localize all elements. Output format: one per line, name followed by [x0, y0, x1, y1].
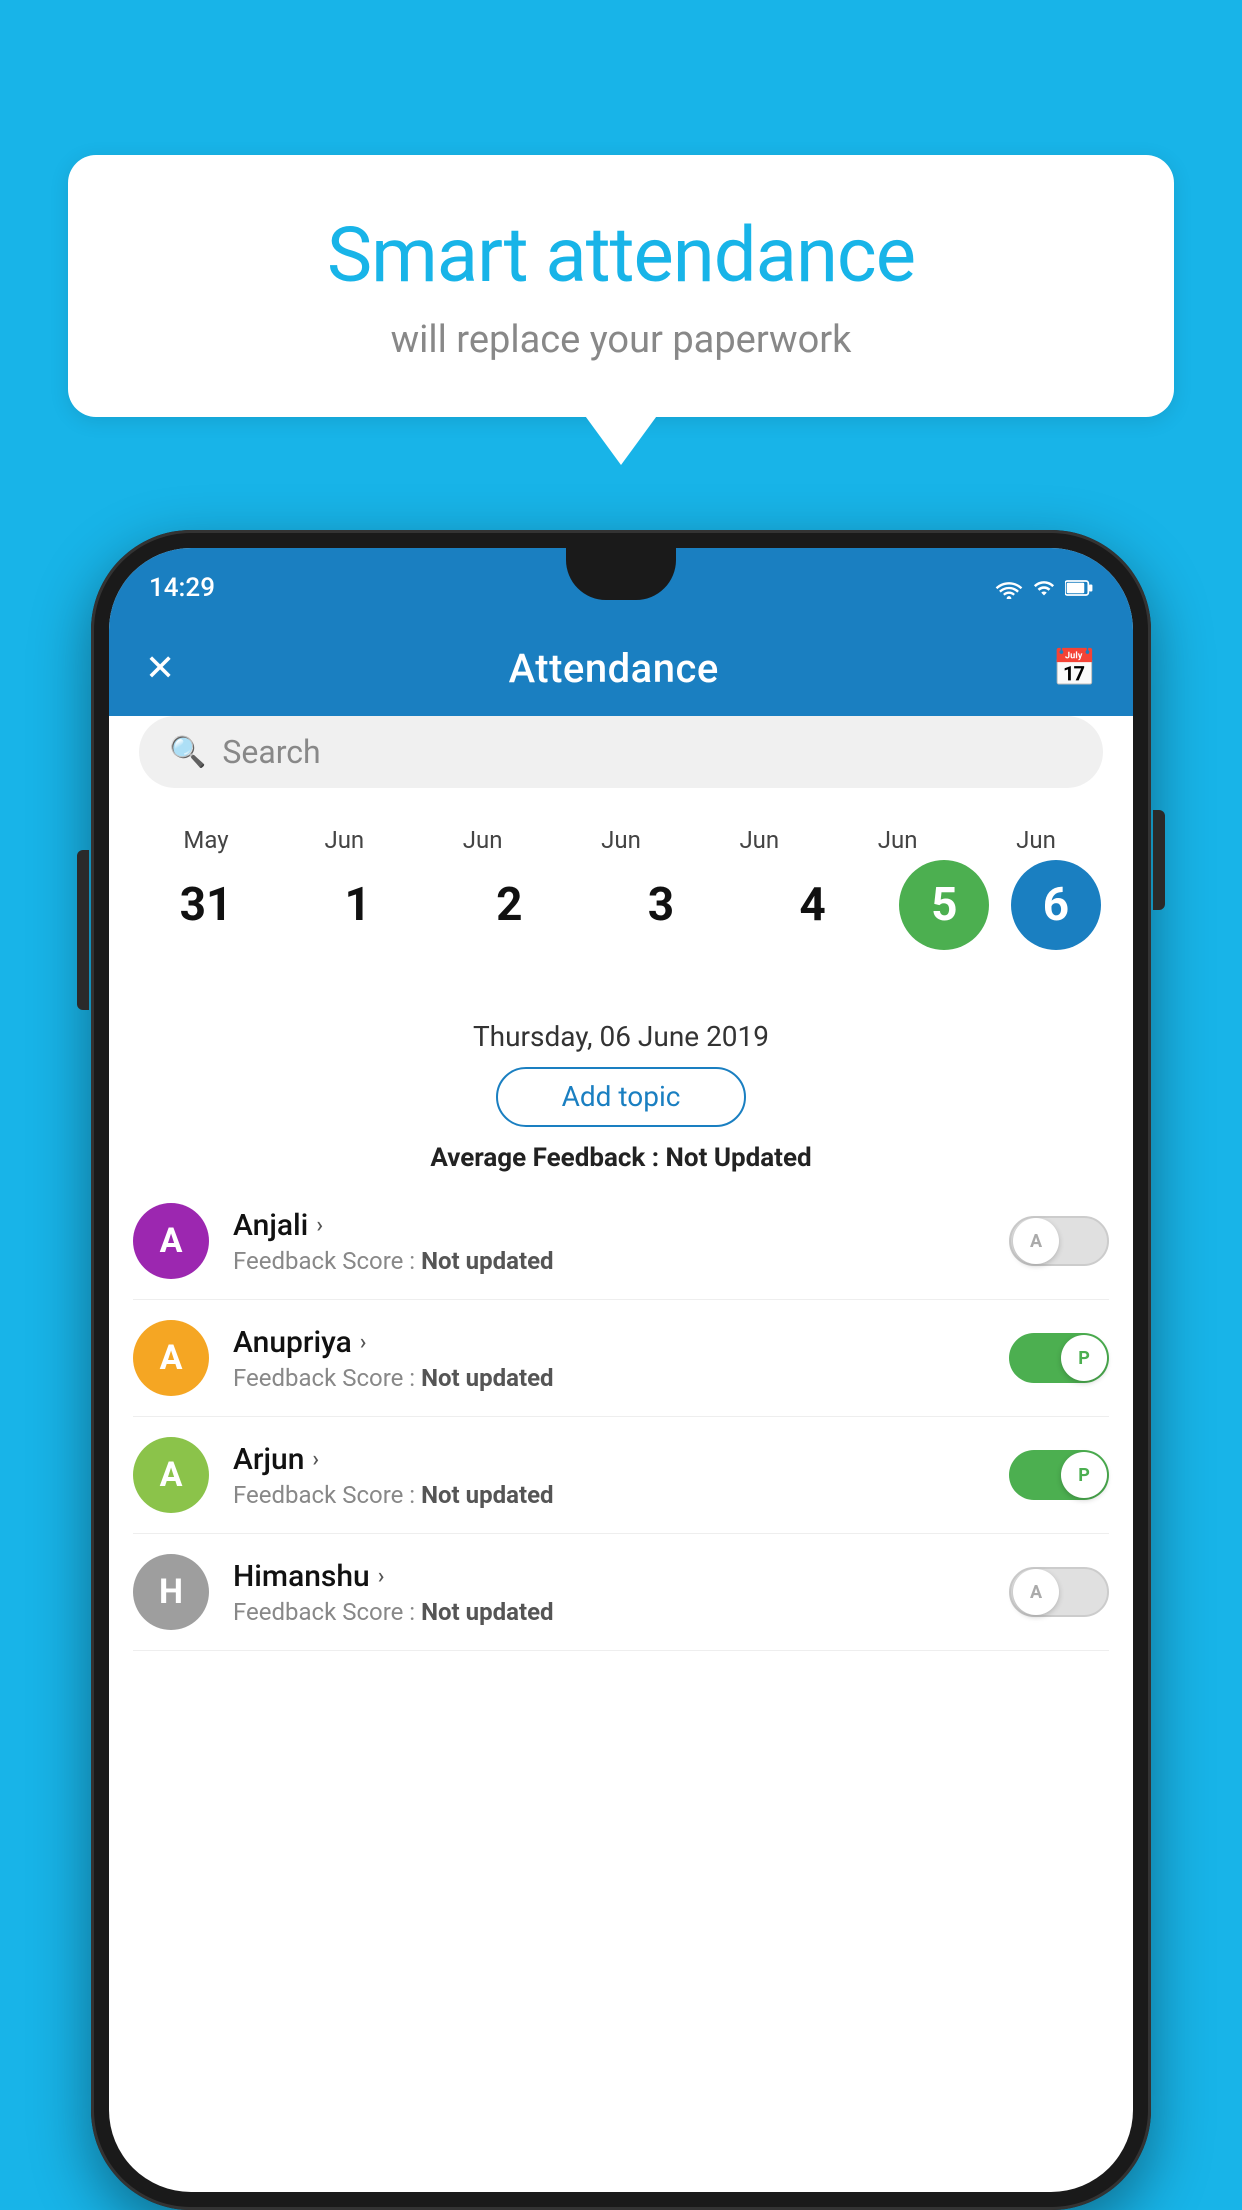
toggle-himanshu[interactable]: A	[1009, 1567, 1109, 1617]
student-row-anjali: A Anjali › Feedback Score : Not updated	[133, 1183, 1109, 1300]
avg-feedback: Average Feedback : Not Updated	[109, 1127, 1133, 1183]
notch	[566, 548, 676, 600]
student-feedback-himanshu: Feedback Score : Not updated	[233, 1598, 1009, 1626]
student-row-anupriya: A Anupriya › Feedback Score : Not update…	[133, 1300, 1109, 1417]
date-1[interactable]: 1	[293, 860, 423, 950]
header-title: Attendance	[509, 645, 719, 692]
months-row: May Jun Jun Jun Jun Jun Jun	[133, 826, 1109, 854]
month-6: Jun	[971, 826, 1101, 854]
close-button[interactable]: ✕	[145, 647, 175, 689]
bubble-subtitle: will replace your paperwork	[128, 318, 1114, 362]
date-3[interactable]: 3	[596, 860, 726, 950]
student-info-anjali[interactable]: Anjali › Feedback Score : Not updated	[209, 1208, 1009, 1275]
student-name-arjun: Arjun ›	[233, 1442, 1009, 1477]
student-list: A Anjali › Feedback Score : Not updated	[109, 1183, 1133, 1651]
student-name-anupriya: Anupriya ›	[233, 1325, 1009, 1360]
calendar-strip: May Jun Jun Jun Jun Jun Jun 31 1 2 3 4 5…	[109, 806, 1133, 960]
student-feedback-anupriya: Feedback Score : Not updated	[233, 1364, 1009, 1392]
content-area: Thursday, 06 June 2019 Add topic Average…	[109, 1004, 1133, 2192]
date-31[interactable]: 31	[141, 860, 271, 950]
bubble-title: Smart attendance	[128, 210, 1114, 300]
avatar-arjun: A	[133, 1437, 209, 1513]
student-info-anupriya[interactable]: Anupriya › Feedback Score : Not updated	[209, 1325, 1009, 1392]
month-0: May	[141, 826, 271, 854]
month-5: Jun	[833, 826, 963, 854]
date-2[interactable]: 2	[444, 860, 574, 950]
wifi-icon	[995, 577, 1023, 599]
student-name-himanshu: Himanshu ›	[233, 1559, 1009, 1594]
chevron-icon-anjali: ›	[316, 1213, 323, 1238]
date-6-selected[interactable]: 6	[1011, 860, 1101, 950]
month-2: Jun	[418, 826, 548, 854]
dates-row: 31 1 2 3 4 5 6	[133, 860, 1109, 950]
search-placeholder: Search	[222, 733, 320, 771]
student-info-himanshu[interactable]: Himanshu › Feedback Score : Not updated	[209, 1559, 1009, 1626]
avg-feedback-label: Average Feedback :	[430, 1143, 659, 1173]
avatar-anupriya: A	[133, 1320, 209, 1396]
toggle-arjun[interactable]: P	[1009, 1450, 1109, 1500]
add-topic-button[interactable]: Add topic	[496, 1067, 746, 1127]
toggle-knob-anjali: A	[1013, 1218, 1059, 1264]
status-time: 14:29	[149, 573, 215, 603]
toggle-anjali[interactable]: A	[1009, 1216, 1109, 1266]
month-3: Jun	[556, 826, 686, 854]
avg-feedback-value: Not Updated	[666, 1143, 812, 1173]
student-info-arjun[interactable]: Arjun › Feedback Score : Not updated	[209, 1442, 1009, 1509]
speech-bubble-container: Smart attendance will replace your paper…	[68, 155, 1174, 417]
student-feedback-arjun: Feedback Score : Not updated	[233, 1481, 1009, 1509]
selected-date-text: Thursday, 06 June 2019	[109, 1004, 1133, 1067]
battery-icon	[1065, 577, 1093, 599]
avatar-anjali: A	[133, 1203, 209, 1279]
student-row-himanshu: H Himanshu › Feedback Score : Not update…	[133, 1534, 1109, 1651]
search-icon: 🔍	[169, 735, 206, 770]
toggle-knob-anupriya: P	[1061, 1335, 1107, 1381]
calendar-icon-button[interactable]: 📅	[1052, 647, 1097, 689]
student-row-arjun: A Arjun › Feedback Score : Not updated	[133, 1417, 1109, 1534]
toggle-knob-himanshu: A	[1013, 1569, 1059, 1615]
avatar-himanshu: H	[133, 1554, 209, 1630]
date-4[interactable]: 4	[748, 860, 878, 950]
chevron-icon-arjun: ›	[312, 1447, 319, 1472]
phone-screen: 14:29 ✕ Atten	[109, 548, 1133, 2192]
date-5-today[interactable]: 5	[899, 860, 989, 950]
toggle-knob-arjun: P	[1061, 1452, 1107, 1498]
month-1: Jun	[279, 826, 409, 854]
status-icons	[995, 577, 1093, 599]
chevron-icon-anupriya: ›	[360, 1330, 367, 1355]
chevron-icon-himanshu: ›	[378, 1564, 385, 1589]
student-name-anjali: Anjali ›	[233, 1208, 1009, 1243]
speech-bubble: Smart attendance will replace your paper…	[68, 155, 1174, 417]
student-feedback-anjali: Feedback Score : Not updated	[233, 1247, 1009, 1275]
search-bar[interactable]: 🔍 Search	[139, 716, 1103, 788]
phone-wrapper: 14:29 ✕ Atten	[91, 530, 1151, 2210]
phone-outer: 14:29 ✕ Atten	[91, 530, 1151, 2210]
signal-icon	[1033, 577, 1055, 599]
app-header: ✕ Attendance 📅	[109, 620, 1133, 716]
month-4: Jun	[694, 826, 824, 854]
toggle-anupriya[interactable]: P	[1009, 1333, 1109, 1383]
